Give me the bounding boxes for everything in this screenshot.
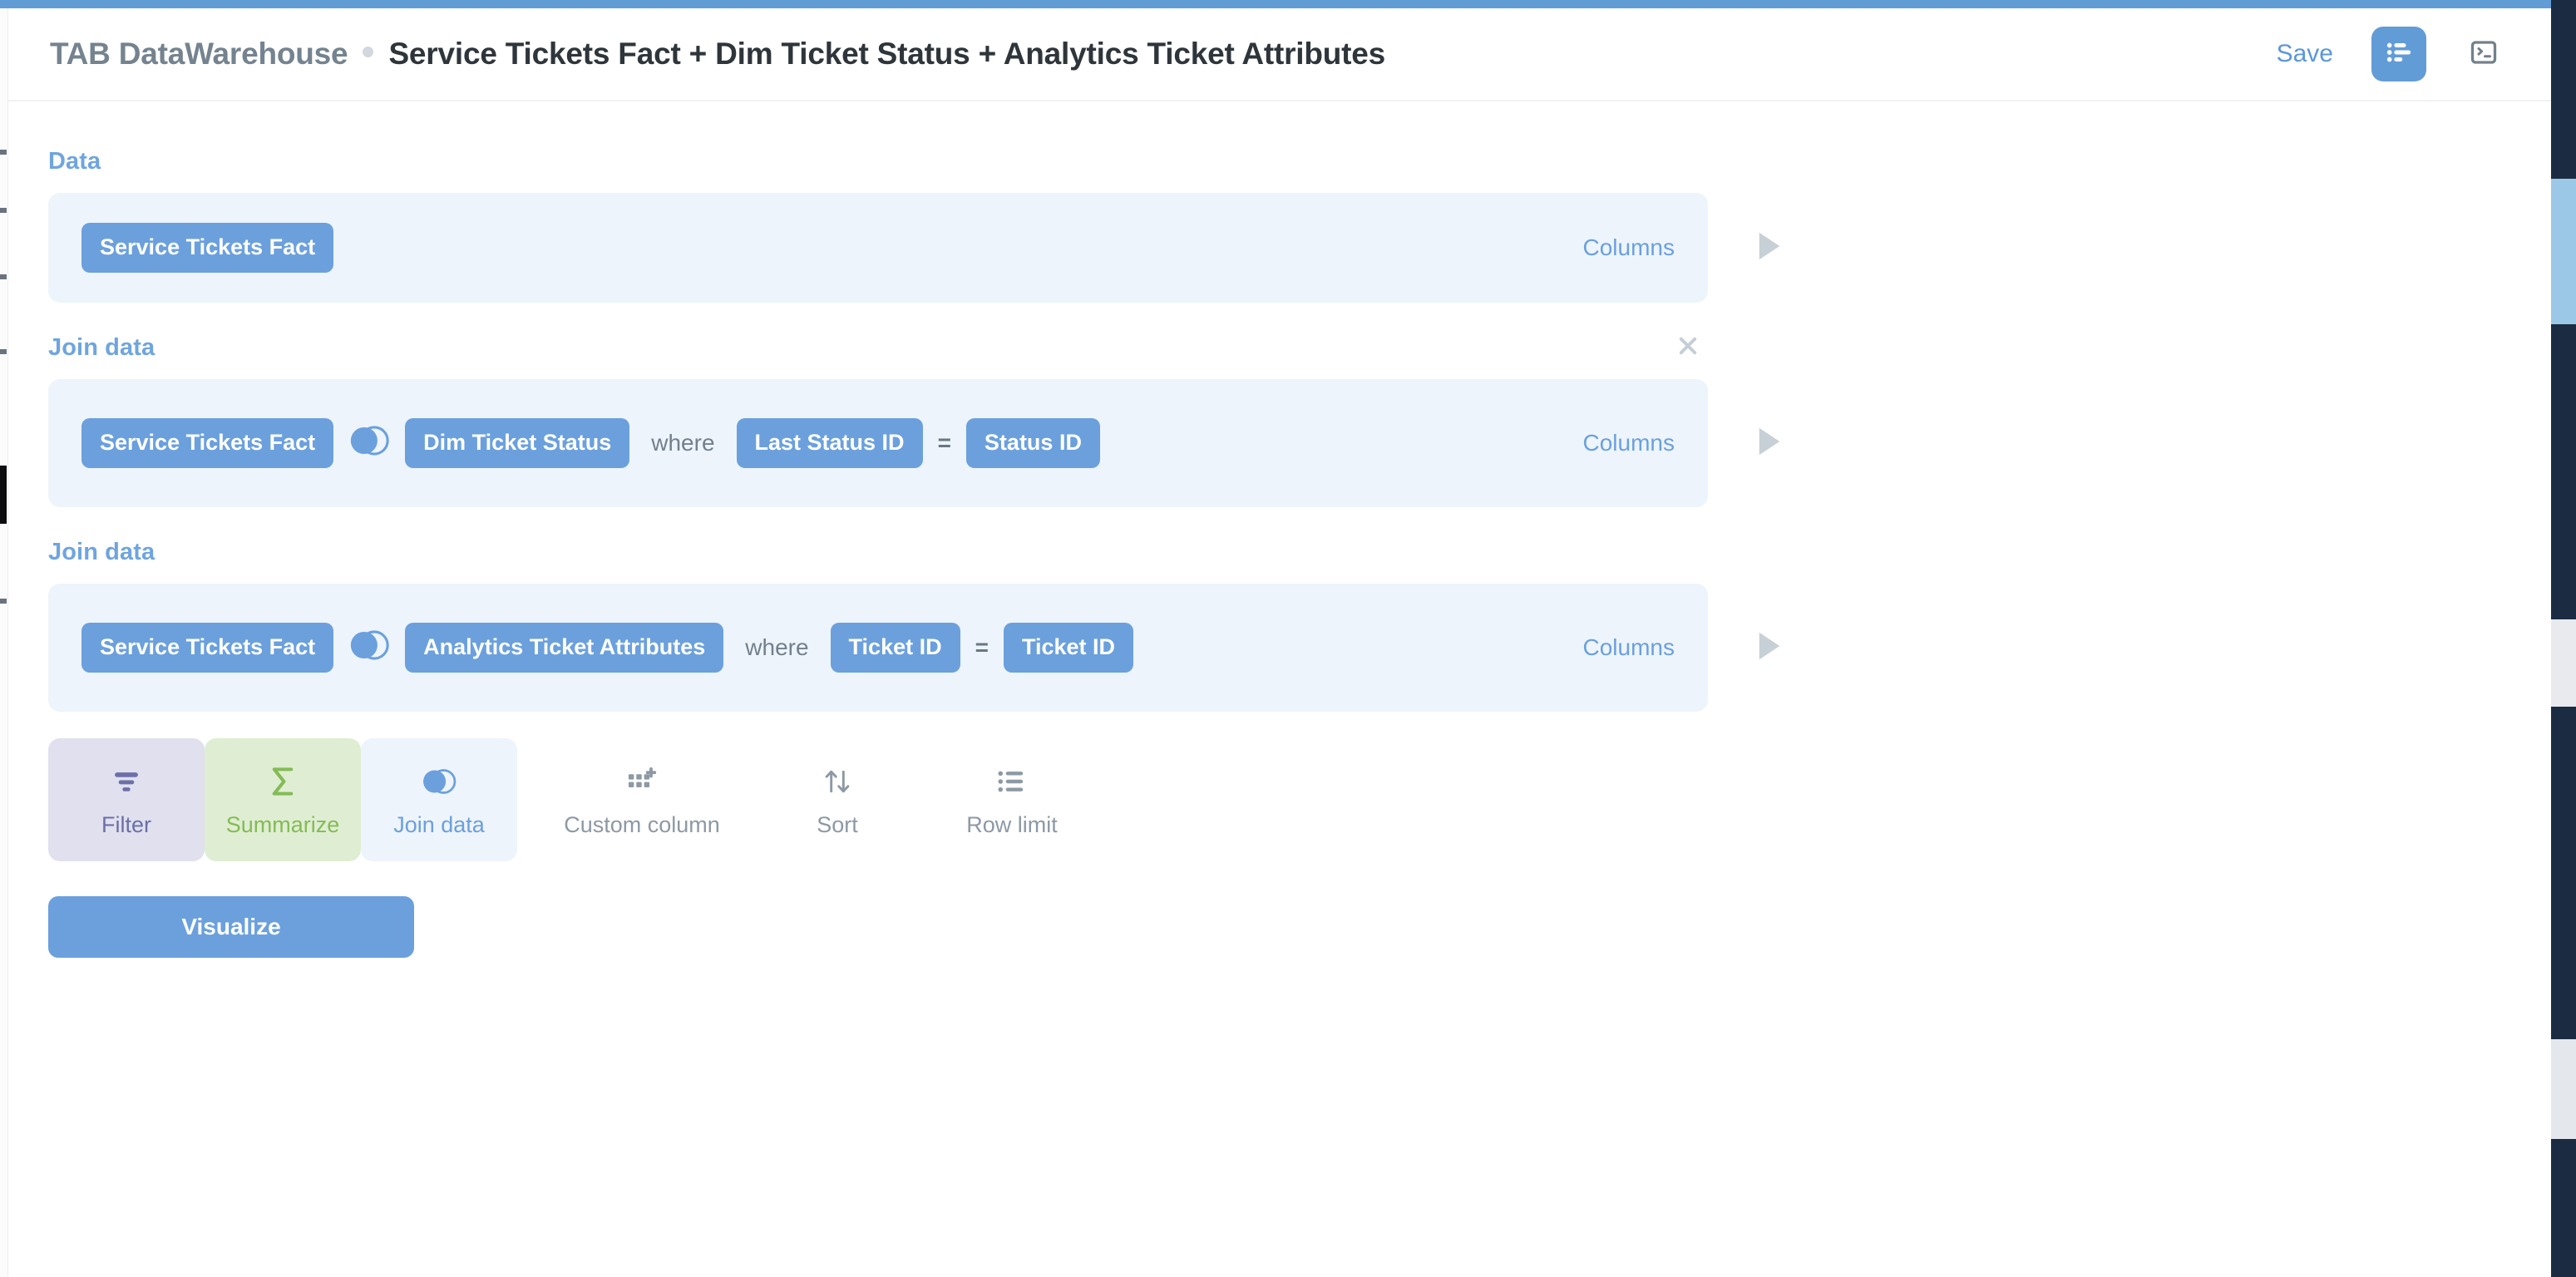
background-tick	[0, 274, 7, 279]
step-row: Service Tickets Fact Analytics Ticket At	[48, 584, 2551, 712]
action-label: Sort	[817, 814, 858, 836]
play-arrow-icon	[1755, 426, 1784, 461]
columns-picker-link[interactable]: Columns	[1558, 634, 1675, 661]
background-tick	[0, 208, 7, 213]
join-left-field-chip[interactable]: Last Status ID	[737, 418, 923, 467]
action-label: Filter	[101, 814, 151, 836]
join-step-card: Service Tickets Fact Analytics Ticket At	[48, 584, 1708, 712]
join-step-content: Service Tickets Fact Analytics Ticket At	[81, 623, 1675, 672]
background-tick	[0, 349, 7, 354]
columns-picker-link[interactable]: Columns	[1558, 430, 1675, 456]
save-button[interactable]: Save	[2268, 35, 2342, 73]
join-left-table-chip[interactable]: Service Tickets Fact	[81, 623, 333, 672]
join-right-table-chip[interactable]: Analytics Ticket Attributes	[405, 623, 723, 672]
page-title[interactable]: Service Tickets Fact + Dim Ticket Status…	[388, 37, 1385, 71]
background-window-left	[0, 0, 8, 1277]
action-label: Custom column	[564, 814, 720, 836]
grid-plus-icon	[626, 764, 658, 799]
app-window: TAB DataWarehouse Service Tickets Fact +…	[8, 8, 2551, 1277]
database-name[interactable]: TAB DataWarehouse	[50, 37, 348, 71]
notebook-step-join-2: Join data Service Tickets Fact	[48, 535, 2551, 712]
step-header: Data	[48, 145, 1708, 178]
join-where-label: where	[651, 430, 714, 456]
venn-left-join-icon	[348, 629, 391, 666]
join-left-field-chip[interactable]: Ticket ID	[831, 623, 960, 672]
list-numbered-icon	[996, 764, 1028, 799]
top-accent-bar	[0, 0, 2551, 8]
join-left-table-chip[interactable]: Service Tickets Fact	[81, 418, 333, 467]
join-type-button[interactable]	[333, 629, 405, 666]
step-row: Service Tickets Fact Dim Ticket Status	[48, 379, 2551, 507]
remove-step-button[interactable]	[1671, 331, 1705, 364]
sigma-sum-icon	[268, 764, 298, 799]
step-label-join: Join data	[48, 334, 155, 362]
sql-console-button[interactable]	[2456, 27, 2511, 81]
venn-join-icon	[420, 764, 458, 799]
data-step-card: Service Tickets Fact Columns	[48, 193, 1708, 303]
notebook-icon	[2385, 38, 2413, 71]
action-label: Row limit	[966, 814, 1058, 836]
action-custom-column[interactable]: Custom column	[517, 738, 767, 861]
action-label: Summarize	[226, 814, 340, 836]
background-window-right	[2551, 0, 2576, 1277]
action-label: Join data	[393, 814, 485, 836]
run-step-button[interactable]	[1731, 193, 1808, 303]
step-row: Service Tickets Fact Columns	[48, 193, 2551, 303]
step-label-data: Data	[48, 148, 101, 175]
action-summarize[interactable]: Summarize	[205, 738, 361, 861]
join-right-field-chip[interactable]: Status ID	[966, 418, 1100, 467]
columns-picker-link[interactable]: Columns	[1558, 234, 1675, 261]
join-operator: =	[938, 430, 951, 456]
notebook-step-join-1: Join data Service Tickets Fact	[48, 331, 2551, 507]
run-step-button[interactable]	[1731, 379, 1808, 507]
background-strip	[2551, 1039, 2576, 1139]
join-type-button[interactable]	[333, 424, 405, 461]
app-header: TAB DataWarehouse Service Tickets Fact +…	[8, 8, 2551, 101]
visualize-button[interactable]: Visualize	[48, 896, 414, 958]
join-right-field-chip[interactable]: Ticket ID	[1004, 623, 1133, 672]
step-action-toolbar: Filter Summarize	[48, 738, 2551, 861]
action-row-limit[interactable]: Row limit	[908, 738, 1116, 861]
sort-arrows-icon	[822, 764, 853, 799]
notebook-editor-button[interactable]	[2371, 27, 2426, 81]
sql-console-icon	[2469, 37, 2499, 71]
run-step-button[interactable]	[1731, 584, 1808, 712]
background-strip	[2551, 179, 2576, 324]
background-strip	[2551, 619, 2576, 707]
step-header: Join data	[48, 331, 1708, 364]
join-step-card: Service Tickets Fact Dim Ticket Status	[48, 379, 1708, 507]
app-root: TAB DataWarehouse Service Tickets Fact +…	[0, 0, 2576, 1277]
background-tick	[0, 466, 7, 524]
background-tick	[0, 599, 7, 604]
join-operator: =	[975, 634, 989, 661]
source-table-chip[interactable]: Service Tickets Fact	[81, 223, 333, 272]
action-sort[interactable]: Sort	[767, 738, 908, 861]
join-right-table-chip[interactable]: Dim Ticket Status	[405, 418, 629, 467]
filter-funnel-icon	[111, 764, 142, 799]
join-step-content: Service Tickets Fact Dim Ticket Status	[81, 418, 1675, 467]
venn-left-join-icon	[348, 424, 391, 461]
data-step-content: Service Tickets Fact Columns	[81, 223, 1675, 272]
header-breadcrumb: TAB DataWarehouse Service Tickets Fact +…	[50, 37, 2268, 71]
background-tick	[0, 150, 7, 155]
step-header: Join data	[48, 535, 1708, 569]
action-join-data[interactable]: Join data	[361, 738, 517, 861]
action-filter[interactable]: Filter	[48, 738, 205, 861]
play-arrow-icon	[1755, 230, 1784, 266]
close-x-icon	[1676, 334, 1700, 362]
play-arrow-icon	[1755, 630, 1784, 666]
join-where-label: where	[745, 634, 808, 661]
dot-separator-icon	[363, 47, 373, 57]
header-actions: Save	[2268, 27, 2511, 81]
notebook-editor: Data Service Tickets Fact Columns	[8, 101, 2551, 1277]
notebook-step-data: Data Service Tickets Fact Columns	[48, 145, 2551, 303]
step-label-join: Join data	[48, 539, 155, 566]
